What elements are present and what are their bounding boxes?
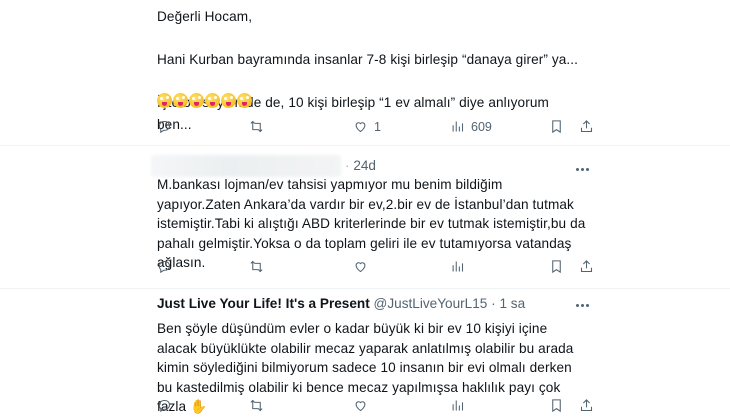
retweet-button[interactable] — [249, 398, 264, 413]
blurred-author-name — [151, 155, 341, 177]
reply-icon — [158, 399, 171, 413]
more-options-button[interactable] — [572, 162, 592, 176]
share-button[interactable] — [579, 259, 594, 274]
bookmark-icon — [552, 120, 561, 134]
reply-button[interactable] — [157, 259, 172, 274]
reply-button[interactable] — [157, 119, 178, 134]
views-button[interactable] — [450, 398, 465, 413]
tweet-1-actions: 1 609 — [157, 119, 593, 139]
winking-face-with-tongue-icon — [189, 93, 204, 108]
tweet-3-actions — [157, 398, 593, 418]
more-options-button[interactable] — [572, 298, 592, 312]
views-chart-icon — [452, 400, 464, 411]
views-button[interactable]: 609 — [450, 119, 492, 134]
like-count: 1 — [374, 119, 381, 134]
winking-face-with-tongue-icon — [221, 93, 236, 108]
share-icon — [580, 399, 593, 412]
tweet-2-text: M.bankası lojman/ev tahsisi yapmıyor mu … — [157, 177, 590, 270]
tweet-2-actions — [157, 259, 593, 279]
meta-separator: · — [491, 296, 496, 311]
share-icon — [580, 120, 593, 133]
more-dots-icon — [575, 303, 579, 307]
winking-face-with-tongue-icon — [237, 93, 252, 108]
heart-icon — [355, 401, 366, 412]
winking-face-with-tongue-icon — [173, 93, 188, 108]
bookmark-icon — [552, 399, 561, 413]
tweet-2-meta: · 24d — [345, 158, 376, 173]
author-handle[interactable]: @JustLiveYourL15 — [374, 296, 488, 311]
bookmark-button[interactable] — [549, 398, 564, 413]
bookmark-button[interactable] — [549, 119, 564, 134]
tweet-2-time[interactable]: 24d — [353, 158, 376, 173]
retweet-icon — [250, 399, 263, 412]
views-button[interactable] — [450, 259, 465, 274]
share-button[interactable] — [579, 398, 594, 413]
views-count: 609 — [471, 119, 492, 134]
views-chart-icon — [452, 261, 464, 272]
retweet-icon — [250, 120, 263, 133]
tweet-1[interactable]: Değerli Hocam, Hani Kurban bayramında in… — [0, 0, 730, 146]
tweet-1-text: Değerli Hocam, Hani Kurban bayramında in… — [157, 9, 579, 132]
like-button[interactable] — [353, 259, 368, 274]
emoji-row — [157, 93, 252, 108]
retweet-button[interactable] — [249, 259, 264, 274]
meta-separator: · — [345, 158, 350, 173]
author-name[interactable]: Just Live Your Life! It's a Present — [157, 296, 370, 311]
like-button[interactable]: 1 — [353, 119, 381, 134]
bookmark-button[interactable] — [549, 259, 564, 274]
retweet-button[interactable] — [249, 119, 270, 134]
winking-face-with-tongue-icon — [157, 93, 172, 108]
reply-icon — [158, 260, 171, 274]
tweet-3-time[interactable]: 1 sa — [499, 296, 525, 311]
share-button[interactable] — [579, 119, 594, 134]
reply-button[interactable] — [157, 398, 172, 413]
share-icon — [580, 260, 593, 273]
like-button[interactable] — [353, 398, 368, 413]
views-chart-icon — [452, 121, 464, 132]
retweet-icon — [250, 260, 263, 273]
more-dots-icon — [575, 167, 579, 171]
heart-icon — [355, 122, 366, 133]
reply-icon — [158, 120, 171, 134]
winking-face-with-tongue-icon — [205, 93, 220, 108]
bookmark-icon — [552, 260, 561, 274]
tweet-3-header: Just Live Your Life! It's a Present @Jus… — [157, 296, 525, 311]
heart-icon — [355, 262, 366, 273]
